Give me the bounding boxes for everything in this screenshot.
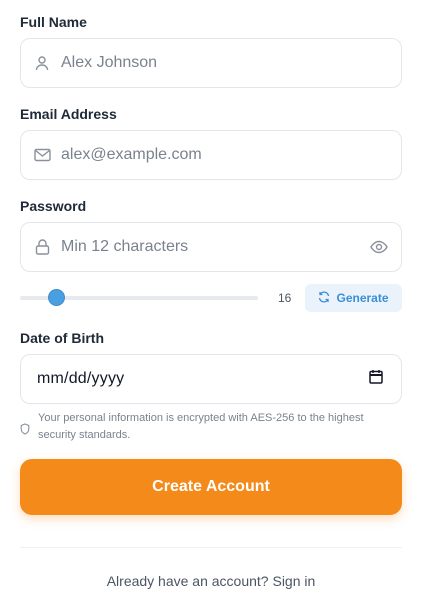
email-field[interactable] [20, 130, 402, 180]
user-icon [33, 54, 51, 72]
eye-icon[interactable] [369, 237, 389, 257]
signin-prompt: Already have an account? Sign in [0, 573, 422, 589]
length-value: 16 [278, 291, 292, 305]
signup-form: Full Name Email Address Password [0, 0, 422, 614]
mail-icon [33, 146, 51, 164]
password-input[interactable] [61, 238, 369, 256]
password-field[interactable] [20, 222, 402, 272]
refresh-icon [318, 291, 330, 306]
length-slider-thumb[interactable] [48, 290, 64, 305]
password-label: Password [20, 198, 87, 214]
shield-icon [20, 422, 30, 440]
calendar-icon[interactable] [369, 369, 383, 389]
signin-link[interactable]: Sign in [272, 573, 315, 589]
dob-label: Date of Birth [20, 330, 104, 346]
security-note: Your personal information is encrypted w… [20, 410, 402, 444]
full-name-field[interactable] [20, 38, 402, 88]
generate-label: Generate [336, 291, 389, 305]
email-input[interactable] [61, 146, 401, 164]
lock-icon [33, 238, 51, 256]
dob-value: mm/dd/yyyy [37, 370, 125, 387]
divider [20, 547, 402, 548]
create-account-button[interactable]: Create Account [20, 459, 402, 515]
password-generator: 16 Generate [20, 284, 402, 312]
dob-field[interactable]: mm/dd/yyyy [20, 354, 402, 404]
full-name-label: Full Name [20, 14, 87, 30]
signin-prompt-text: Already have an account? [106, 573, 269, 589]
full-name-input[interactable] [61, 54, 401, 72]
email-label: Email Address [20, 106, 117, 122]
generate-button[interactable]: Generate [305, 284, 402, 312]
security-note-text: Your personal information is encrypted w… [38, 412, 364, 441]
